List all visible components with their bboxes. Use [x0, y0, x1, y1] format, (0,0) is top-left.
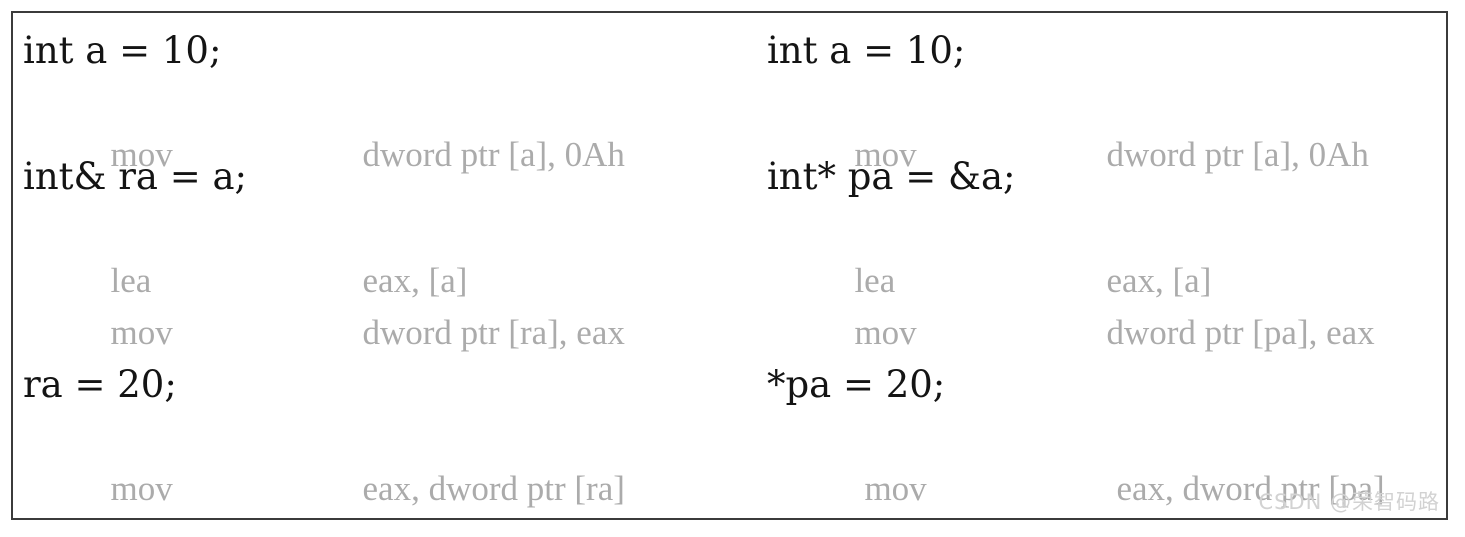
asm-operands: dword ptr [eax], 14h — [363, 515, 651, 518]
source-line-assign: ra = 20; — [23, 363, 177, 406]
screenshot-root: int a = 10; mov dword ptr [a], 0Ah int& r… — [0, 0, 1465, 537]
asm-line-declare-1: mov dword ptr [pa], eax — [767, 255, 1446, 352]
source-line-init: int a = 10; — [766, 29, 966, 72]
asm-line-assign-0: mov eax, dword ptr [pa] — [767, 411, 1446, 508]
asm-line-assign-1: movdword ptr [eax], 14h — [23, 463, 737, 515]
asm-line-init-0: mov dword ptr [a], 0Ah — [23, 77, 737, 174]
asm-line-declare-1: mov dword ptr [ra], eax — [23, 255, 737, 352]
code-figure-frame: int a = 10; mov dword ptr [a], 0Ah int& r… — [11, 11, 1448, 520]
asm-line-init-0: mov dword ptr [a], 0Ah — [767, 77, 1446, 174]
source-line-declare: int& ra = a; — [23, 155, 248, 198]
source-line-assign: *pa = 20; — [766, 363, 946, 406]
source-line-init: int a = 10; — [23, 29, 222, 72]
asm-line-declare-0: lea eax, [a] — [767, 203, 1446, 300]
asm-operands: dword ptr [ra], eax — [362, 313, 625, 352]
csdn-watermark: CSDN @荣智码路 — [1258, 490, 1440, 514]
asm-mnemonic: mov — [854, 515, 1116, 518]
asm-operands: dword ptr [pa], eax — [1106, 313, 1375, 352]
reference-code-column: int a = 10; mov dword ptr [a], 0Ah int& r… — [13, 13, 737, 518]
source-line-declare: int* pa = &a; — [766, 155, 1016, 198]
asm-line-assign-0: mov eax, dword ptr [ra] — [23, 411, 737, 508]
asm-mnemonic: mov — [110, 313, 173, 352]
asm-mnemonic: mov — [854, 313, 917, 352]
pointer-code-column: int a = 10; mov dword ptr [a], 0Ah int* p… — [737, 13, 1446, 518]
code-columns: int a = 10; mov dword ptr [a], 0Ah int& r… — [13, 13, 1446, 518]
asm-mnemonic: mov — [111, 515, 363, 518]
asm-line-declare-0: lea eax, [a] — [23, 203, 737, 300]
